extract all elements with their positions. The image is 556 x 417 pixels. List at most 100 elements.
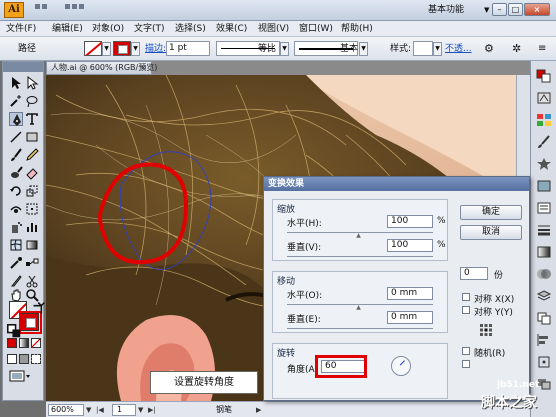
workspace-switcher[interactable]: 基本功能	[428, 3, 484, 18]
transform-panel-icon[interactable]	[536, 355, 552, 369]
menu-edit[interactable]: 编辑(E)	[52, 23, 83, 35]
last-page-icon[interactable]: ▶|	[148, 405, 156, 415]
zoom-tool-icon[interactable]	[25, 288, 39, 302]
menu-file[interactable]: 文件(F)	[6, 23, 36, 35]
warp-tool-icon[interactable]	[9, 202, 23, 216]
brushes-icon[interactable]	[536, 135, 552, 149]
reflect-x-checkbox[interactable]	[462, 293, 470, 301]
first-page-icon[interactable]: |◀	[96, 405, 104, 415]
draw-behind-icon[interactable]	[19, 354, 29, 364]
cancel-button[interactable]: 取消	[460, 225, 522, 240]
graphic-style-swatch[interactable]	[413, 41, 433, 56]
layers-icon[interactable]	[536, 289, 552, 303]
menu-view[interactable]: 视图(V)	[258, 23, 289, 35]
scissors-tool-icon[interactable]	[25, 274, 39, 288]
arrange-documents-icon[interactable]	[64, 3, 90, 17]
page-dropdown-icon[interactable]: ▼	[138, 405, 143, 415]
direct-selection-tool-icon[interactable]	[25, 75, 39, 90]
swatches-icon[interactable]	[536, 113, 552, 127]
opacity-link[interactable]: 不透...	[445, 42, 472, 56]
rectangle-tool-icon[interactable]	[25, 130, 39, 144]
paintbrush-tool-icon[interactable]	[9, 148, 23, 162]
zoom-dropdown-icon[interactable]: ▼	[86, 405, 91, 415]
gradient-tool-icon[interactable]	[25, 238, 39, 252]
column-graph-tool-icon[interactable]	[25, 220, 39, 234]
gradient-mode-button[interactable]	[19, 338, 29, 348]
free-transform-tool-icon[interactable]	[25, 202, 39, 216]
rotate-angle-dial[interactable]	[391, 356, 411, 376]
document-tab[interactable]: 人物.ai @ 600% (RGB/预览)	[46, 61, 157, 75]
selection-tool-icon[interactable]	[9, 76, 23, 90]
color-guide-icon[interactable]	[536, 91, 552, 105]
menu-type[interactable]: 文字(T)	[134, 23, 165, 35]
default-fill-stroke-icon[interactable]	[7, 324, 21, 338]
move-horizontal-input[interactable]: 0 mm	[387, 287, 433, 300]
graphic-styles-icon[interactable]	[536, 179, 552, 193]
wand-icon[interactable]: ⚙	[484, 42, 494, 56]
tools-panel-header[interactable]	[3, 62, 43, 72]
pencil-tool-icon[interactable]	[25, 148, 39, 162]
eraser-tool-icon[interactable]	[25, 166, 39, 180]
symbol-sprayer-tool-icon[interactable]	[9, 220, 23, 234]
move-vertical-slider[interactable]	[287, 328, 433, 329]
stroke-swatch[interactable]	[113, 41, 131, 56]
panel-menu-icon[interactable]: ≡	[538, 42, 546, 56]
scale-horizontal-input[interactable]: 100	[387, 215, 433, 228]
menu-object[interactable]: 对象(O)	[92, 23, 124, 35]
menu-window[interactable]: 窗口(W)	[299, 23, 333, 35]
dialog-title[interactable]: 变换效果	[264, 177, 529, 191]
menu-effect[interactable]: 效果(C)	[216, 23, 247, 35]
minimize-button[interactable]: –	[492, 3, 507, 16]
transparency-icon[interactable]	[536, 267, 552, 281]
style-dropdown[interactable]: ▼	[433, 42, 442, 56]
scale-horizontal-slider-thumb[interactable]: ▲	[355, 233, 362, 239]
document-setup-icon[interactable]: ✲	[512, 42, 521, 56]
rotate-tool-icon[interactable]	[9, 184, 23, 198]
gradient-panel-icon[interactable]	[536, 245, 552, 259]
type-tool-icon[interactable]	[25, 112, 39, 126]
color-panel-icon[interactable]	[536, 69, 552, 83]
ok-button[interactable]: 确定	[460, 205, 522, 220]
color-mode-button[interactable]	[7, 338, 17, 348]
blend-tool-icon[interactable]	[25, 256, 39, 270]
status-menu-icon[interactable]: ▶	[256, 405, 261, 415]
stroke-dropdown[interactable]: ▼	[131, 42, 140, 56]
fill-dropdown[interactable]: ▼	[102, 42, 111, 56]
line-segment-tool-icon[interactable]	[9, 130, 23, 144]
stroke-panel-icon[interactable]	[536, 223, 552, 237]
menu-select[interactable]: 选择(S)	[175, 23, 206, 35]
move-vertical-input[interactable]: 0 mm	[387, 311, 433, 324]
random-checkbox[interactable]	[462, 347, 470, 355]
draw-normal-icon[interactable]	[7, 354, 17, 364]
draw-inside-icon[interactable]	[31, 354, 41, 364]
scale-vertical-slider[interactable]	[287, 256, 433, 257]
align-icon[interactable]	[536, 333, 552, 347]
close-tab-icon[interactable]: ×	[140, 63, 147, 72]
stroke-weight-field[interactable]: 1 pt	[166, 41, 210, 56]
brush-dropdown[interactable]: ▼	[359, 42, 368, 56]
scale-vertical-input[interactable]: 100	[387, 239, 433, 252]
swap-fill-stroke-icon[interactable]	[32, 301, 45, 314]
blob-brush-tool-icon[interactable]	[9, 166, 23, 180]
hand-tool-icon[interactable]	[9, 288, 23, 302]
fill-swatch[interactable]	[84, 41, 102, 56]
close-button[interactable]: ×	[524, 3, 550, 16]
preview-checkbox[interactable]	[462, 360, 470, 368]
reference-point-icon[interactable]	[479, 323, 493, 337]
eyedropper-tool-icon[interactable]	[9, 256, 23, 270]
lasso-tool-icon[interactable]	[25, 94, 39, 108]
slice-tool-icon[interactable]	[9, 274, 23, 288]
none-mode-button[interactable]	[31, 338, 41, 348]
stroke-panel-link[interactable]: 描边:	[145, 42, 166, 56]
move-horizontal-slider-thumb[interactable]: ▲	[355, 305, 362, 311]
pen-tool-icon[interactable]	[9, 112, 23, 126]
copies-input[interactable]: 0	[460, 267, 488, 280]
screen-mode-icon[interactable]	[9, 370, 31, 382]
artboards-icon[interactable]	[536, 311, 552, 325]
scale-tool-icon[interactable]	[25, 184, 39, 198]
menu-help[interactable]: 帮助(H)	[341, 23, 373, 35]
chevron-down-icon[interactable]: ▼	[484, 6, 489, 14]
symbols-icon[interactable]	[536, 157, 552, 171]
magic-wand-tool-icon[interactable]	[9, 94, 23, 108]
profile-dropdown[interactable]: ▼	[280, 42, 289, 56]
